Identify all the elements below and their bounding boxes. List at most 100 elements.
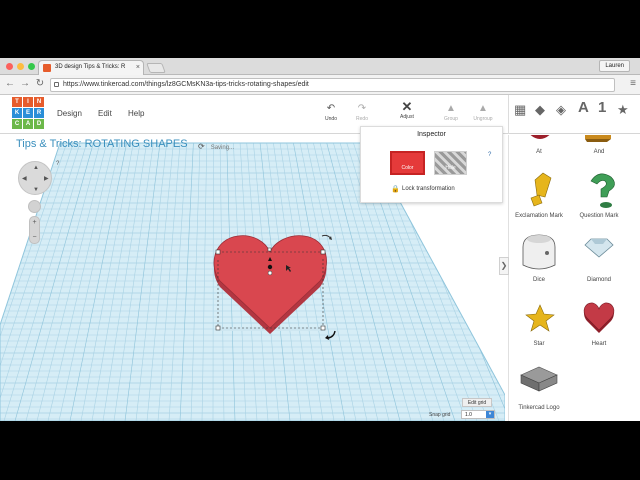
sync-icon: ⟳: [198, 142, 205, 151]
snap-grid-label: Snap grid: [429, 412, 451, 418]
menu-edit[interactable]: Edit: [98, 109, 112, 118]
hole-button[interactable]: Hole: [434, 151, 467, 175]
grid-view-icon[interactable]: ▦: [514, 103, 526, 117]
shape-label-heart: Heart: [591, 341, 607, 347]
color-button[interactable]: Color: [390, 151, 425, 175]
tab-strip: 3D design Tips & Tricks: R × Lauren: [0, 58, 640, 75]
exclamation-mark-shape[interactable]: [530, 172, 552, 207]
inspector-help-icon[interactable]: ?: [488, 152, 491, 158]
tinkercad-favicon-icon: [43, 64, 51, 72]
saving-status: ⟳ Saving...: [198, 142, 234, 151]
ungroup-icon: ▲: [478, 103, 488, 114]
star-icon[interactable]: ★: [617, 103, 629, 117]
logo-letter: R: [34, 108, 44, 118]
chevron-down-icon: ▾: [486, 411, 494, 418]
close-window-button[interactable]: [6, 63, 13, 70]
minimize-window-button[interactable]: [17, 63, 24, 70]
hole-label: Hole: [445, 165, 456, 171]
star-shape[interactable]: [525, 304, 555, 332]
toolbar-divider: [508, 95, 509, 134]
inspector-title: Inspector: [417, 131, 446, 138]
and-shape[interactable]: [585, 135, 611, 139]
shape-label-exclamation-mark: Exclamation Mark: [515, 213, 563, 219]
zoom-in-icon[interactable]: +: [30, 219, 39, 227]
address-bar-row: ← → ↻ https://www.tinkercad.com/things/l…: [0, 75, 640, 95]
snap-grid-select[interactable]: 1.0 ▾: [461, 410, 495, 419]
profile-button[interactable]: Lauren: [599, 60, 630, 72]
menu-help[interactable]: Help: [128, 109, 144, 118]
redo-label: Redo: [356, 116, 368, 122]
pan-right-icon[interactable]: ▶: [44, 176, 49, 182]
pan-up-icon[interactable]: ▲: [33, 165, 39, 171]
maximize-window-button[interactable]: [28, 63, 35, 70]
back-arrow-icon[interactable]: ←: [3, 77, 17, 91]
pan-down-icon[interactable]: ▼: [33, 187, 39, 193]
url-text: https://www.tinkercad.com/things/lz8GCMs…: [63, 81, 309, 88]
shape-label-and: And: [593, 149, 605, 155]
shape-label-dice: Dice: [532, 277, 545, 283]
box-icon-alt[interactable]: ◈: [556, 103, 566, 117]
logo-letter: T: [12, 97, 22, 107]
browser-menu-icon[interactable]: ≡: [630, 77, 636, 91]
adjust-button[interactable]: ✕ Adjust: [393, 99, 421, 120]
undo-icon: ↶: [326, 103, 336, 114]
new-tab-button[interactable]: [146, 63, 166, 73]
box-icon[interactable]: ◆: [535, 103, 545, 117]
group-icon: ▲: [446, 103, 456, 114]
screen: 3D design Tips & Tricks: R × Lauren ← → …: [0, 0, 640, 480]
undo-button[interactable]: ↶ Undo: [317, 103, 345, 122]
logo-letter: N: [34, 97, 44, 107]
shape-label-diamond: Diamond: [586, 277, 611, 283]
shape-label-question-mark: Question Mark: [579, 213, 619, 219]
question-mark-shape[interactable]: [590, 173, 615, 208]
shape-label-at: At: [536, 149, 542, 155]
shapes-panel: At And Exclamation Mark Question Mark Di…: [509, 135, 640, 421]
lock-transformation-label[interactable]: Lock transformation: [402, 186, 455, 192]
pan-left-icon[interactable]: ◀: [22, 176, 27, 182]
view-cube-navigator[interactable]: ▲ ▼ ◀ ▶: [18, 161, 52, 195]
menu-design[interactable]: Design: [57, 109, 82, 118]
home-view-button[interactable]: [28, 200, 41, 213]
logo-letter: D: [34, 119, 44, 129]
diamond-shape[interactable]: [584, 238, 614, 258]
heart-shape-thumbnail[interactable]: [583, 302, 615, 333]
logo-letter: A: [23, 119, 33, 129]
letter-a-icon[interactable]: A: [578, 100, 589, 115]
logo-letter: K: [12, 108, 22, 118]
logo-letter: I: [23, 97, 33, 107]
nav-help-icon[interactable]: ?: [56, 161, 59, 167]
zoom-out-icon[interactable]: −: [30, 234, 39, 242]
shape-label-star: Star: [533, 341, 545, 347]
secure-lock-icon: [54, 82, 59, 87]
undo-label: Undo: [325, 116, 337, 122]
zoom-control[interactable]: + −: [29, 216, 40, 244]
tab-close-icon[interactable]: ×: [136, 61, 140, 74]
tinkercad-logo[interactable]: T I N K E R C A D: [12, 97, 45, 130]
dice-shape[interactable]: [522, 234, 556, 270]
collapse-panel-button[interactable]: ❯: [499, 257, 509, 275]
redo-button[interactable]: ↷ Redo: [348, 103, 376, 122]
ungroup-label: Ungroup: [473, 116, 493, 122]
tinkercad-logo-shape[interactable]: [520, 366, 558, 392]
lock-icon[interactable]: 🔒: [391, 185, 400, 193]
edit-grid-button[interactable]: Edit grid: [462, 398, 492, 407]
forward-arrow-icon[interactable]: →: [18, 77, 32, 91]
group-button[interactable]: ▲ Group: [437, 103, 465, 122]
design-title[interactable]: Tips & Tricks: ROTATING SHAPES: [16, 138, 188, 150]
browser-tab[interactable]: 3D design Tips & Tricks: R ×: [38, 60, 144, 75]
saving-text: Saving...: [210, 145, 235, 151]
redo-icon: ↷: [357, 103, 367, 114]
adjust-icon: ✕: [401, 99, 413, 114]
url-input[interactable]: https://www.tinkercad.com/things/lz8GCMs…: [50, 78, 615, 92]
logo-letter: C: [12, 119, 22, 129]
number-1-icon[interactable]: 1: [598, 100, 606, 115]
logo-letter: E: [23, 108, 33, 118]
reload-icon[interactable]: ↻: [33, 77, 47, 91]
tab-title: 3D design Tips & Tricks: R: [55, 64, 126, 70]
shape-label-tinkercad-logo: Tinkercad Logo: [518, 405, 560, 411]
ungroup-button[interactable]: ▲ Ungroup: [469, 103, 497, 122]
inspector-panel: Inspector Color Hole ? 🔒 Lock transforma…: [360, 126, 503, 203]
group-label: Group: [444, 116, 458, 122]
at-shape[interactable]: [525, 135, 555, 139]
color-label: Color: [401, 165, 414, 171]
